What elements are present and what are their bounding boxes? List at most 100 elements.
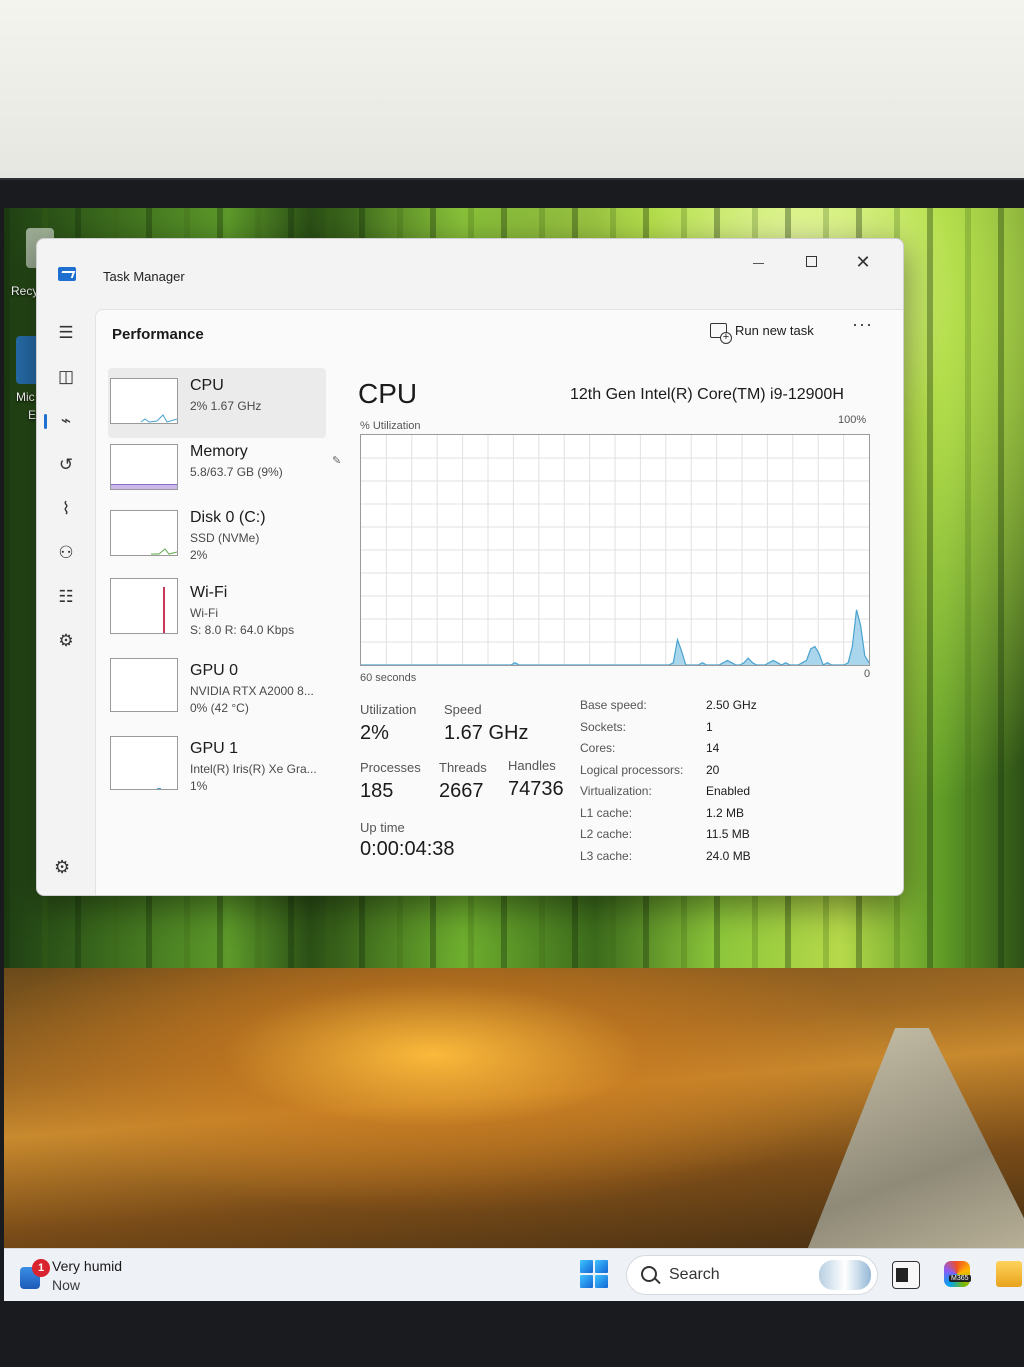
performance-icon[interactable]: ⌁ bbox=[44, 409, 78, 433]
cpu-thumbnail-graph bbox=[110, 378, 178, 424]
settings-gear-icon[interactable]: ⚙ bbox=[54, 857, 70, 878]
close-button[interactable]: ✕ bbox=[845, 249, 881, 275]
spec-value: 20 bbox=[706, 763, 720, 777]
windows-logo-icon bbox=[580, 1260, 593, 1273]
minimize-button[interactable] bbox=[741, 249, 777, 275]
search-icon bbox=[641, 1266, 657, 1282]
window-title: Task Manager bbox=[103, 269, 185, 284]
nav-rail: ☰ ◫ ⌁ ↺ ⌇ ⚇ ☷ ⚙ ⚙ bbox=[37, 309, 95, 895]
spec-value: 1 bbox=[706, 720, 713, 734]
spec-key: Sockets: bbox=[580, 720, 627, 734]
device-detail: Intel(R) Iris(R) Xe Gra... bbox=[190, 762, 317, 776]
cpu-heading: CPU bbox=[358, 378, 418, 409]
device-item-wifi[interactable]: Wi-Fi Wi-Fi S: 8.0 R: 64.0 Kbps bbox=[108, 578, 326, 648]
gpu0-thumbnail-graph bbox=[110, 658, 178, 712]
background-wall bbox=[0, 0, 1024, 190]
handles-label: Handles bbox=[508, 758, 556, 773]
device-name: Memory bbox=[190, 443, 248, 460]
uptime-label: Up time bbox=[360, 820, 405, 835]
device-item-disk[interactable]: Disk 0 (C:) SSD (NVMe) 2% bbox=[108, 500, 326, 570]
device-item-gpu1[interactable]: GPU 1 Intel(R) Iris(R) Xe Gra... 1% bbox=[108, 734, 326, 804]
search-label: Search bbox=[669, 1266, 720, 1283]
page-title: Performance bbox=[112, 326, 204, 343]
spec-key: Logical processors: bbox=[580, 763, 684, 777]
weather-widget[interactable]: 1 bbox=[16, 1257, 50, 1291]
device-usage: 2% bbox=[190, 548, 208, 562]
taskbar-search-box[interactable]: Search bbox=[626, 1255, 878, 1295]
device-name: CPU bbox=[190, 377, 224, 394]
start-button[interactable] bbox=[580, 1260, 608, 1288]
m365-label: M365 bbox=[949, 1275, 971, 1282]
windows-logo-icon bbox=[595, 1275, 608, 1288]
disk-thumbnail-graph bbox=[110, 510, 178, 556]
memory-thumbnail-graph bbox=[110, 444, 178, 490]
spec-key: L3 cache: bbox=[580, 849, 633, 863]
performance-pane: Performance Run new task ··· CPU 2% 1.67… bbox=[95, 309, 903, 895]
spec-key: Base speed: bbox=[580, 698, 647, 712]
processes-icon[interactable]: ◫ bbox=[54, 365, 78, 389]
task-manager-window: Task Manager ✕ ☰ ◫ ⌁ ↺ ⌇ ⚇ ☷ ⚙ ⚙ Perform… bbox=[36, 238, 904, 896]
speed-value: 1.67 GHz bbox=[444, 722, 529, 744]
cpu-utilization-graph bbox=[360, 434, 870, 666]
device-item-cpu[interactable]: CPU 2% 1.67 GHz bbox=[108, 368, 326, 438]
run-new-task-label: Run new task bbox=[735, 322, 814, 338]
weather-title[interactable]: Very humid bbox=[52, 1258, 122, 1274]
processes-label: Processes bbox=[360, 760, 421, 775]
device-usage: 0% (42 °C) bbox=[190, 701, 249, 715]
task-manager-taskbar-icon[interactable] bbox=[892, 1261, 920, 1289]
spec-value: 1.2 MB bbox=[706, 806, 745, 820]
search-highlight-image bbox=[819, 1260, 871, 1290]
utilization-value: 2% bbox=[360, 722, 389, 744]
device-usage: 1% bbox=[190, 779, 208, 793]
spec-value: 24.0 MB bbox=[706, 849, 751, 863]
graph-min-label: 0 bbox=[864, 668, 871, 680]
utilization-label: Utilization bbox=[360, 702, 417, 717]
windows-logo-icon bbox=[580, 1275, 593, 1288]
app-history-icon[interactable]: ↺ bbox=[54, 453, 78, 477]
handles-value: 74736 bbox=[508, 778, 564, 800]
speed-label: Speed bbox=[444, 702, 482, 717]
device-name: Disk 0 (C:) bbox=[190, 509, 266, 526]
threads-value: 2667 bbox=[439, 780, 484, 802]
device-item-memory[interactable]: Memory 5.8/63.7 GB (9%) ✎ bbox=[108, 434, 341, 504]
hamburger-menu-icon[interactable]: ☰ bbox=[54, 321, 78, 345]
startup-apps-icon[interactable]: ⌇ bbox=[54, 497, 78, 521]
pin-icon: ✎ bbox=[332, 455, 342, 467]
graph-span-label: 60 seconds bbox=[360, 672, 417, 684]
windows-logo-icon bbox=[595, 1260, 608, 1273]
spec-value: Enabled bbox=[706, 784, 751, 798]
file-explorer-icon[interactable] bbox=[996, 1261, 1022, 1287]
spec-value: 11.5 MB bbox=[706, 827, 750, 841]
device-detail: NVIDIA RTX A2000 8... bbox=[190, 684, 314, 698]
users-icon[interactable]: ⚇ bbox=[54, 541, 78, 565]
uptime-value: 0:00:04:38 bbox=[360, 838, 455, 860]
threads-label: Threads bbox=[439, 760, 487, 775]
processes-value: 185 bbox=[360, 780, 394, 802]
gpu1-thumbnail-graph bbox=[110, 736, 178, 790]
maximize-button[interactable] bbox=[793, 249, 829, 275]
device-detail: Wi-Fi bbox=[190, 606, 218, 620]
weather-subtitle: Now bbox=[52, 1277, 81, 1293]
spec-value: 14 bbox=[706, 741, 720, 755]
device-detail: 2% 1.67 GHz bbox=[190, 399, 262, 413]
device-name: Wi-Fi bbox=[190, 584, 228, 601]
details-icon[interactable]: ☷ bbox=[54, 585, 78, 609]
services-icon[interactable]: ⚙ bbox=[54, 629, 78, 653]
desktop-label-edge: E bbox=[28, 408, 37, 422]
spec-key: L2 cache: bbox=[580, 827, 633, 841]
taskbar: 1 Very humid Now Search M365 bbox=[4, 1248, 1024, 1301]
graph-max-label: 100% bbox=[838, 414, 867, 426]
desktop-label-microsoft: Mic bbox=[16, 390, 35, 404]
cpu-graph-svg bbox=[361, 435, 869, 665]
more-options-button[interactable]: ··· bbox=[852, 314, 873, 335]
spec-key: Cores: bbox=[580, 741, 616, 755]
spec-value: 2.50 GHz bbox=[706, 698, 757, 712]
device-item-gpu0[interactable]: GPU 0 NVIDIA RTX A2000 8... 0% (42 °C) bbox=[108, 656, 326, 726]
wifi-thumbnail-graph bbox=[110, 578, 178, 634]
run-new-task-button[interactable]: Run new task bbox=[710, 318, 814, 344]
utilization-axis-label: % Utilization bbox=[360, 420, 421, 432]
microsoft-365-icon[interactable]: M365 bbox=[944, 1261, 971, 1287]
device-detail: SSD (NVMe) bbox=[190, 531, 260, 545]
run-task-icon bbox=[710, 322, 732, 344]
spec-key: Virtualization: bbox=[580, 784, 652, 798]
